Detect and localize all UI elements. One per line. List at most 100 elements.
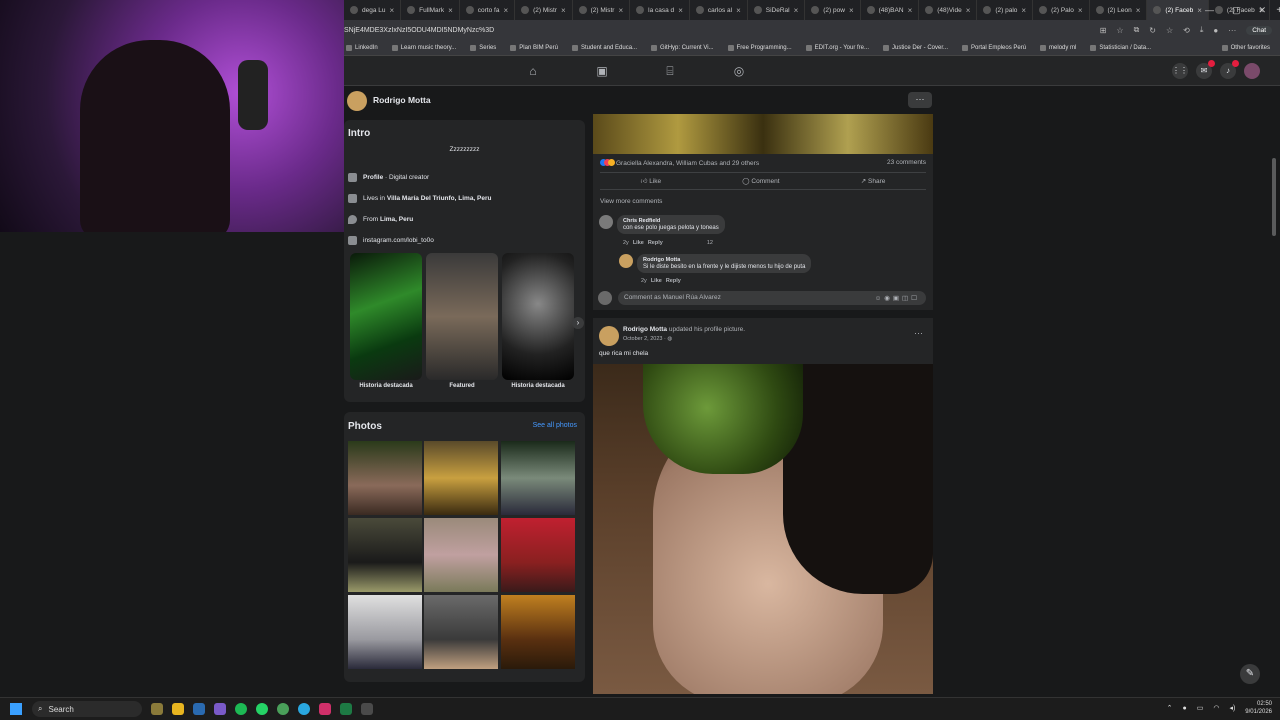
browser-tab[interactable]: FullMark × [401,0,460,20]
photo-thumb[interactable] [424,518,498,592]
avatar[interactable] [599,326,619,346]
bookmark-item[interactable]: Justice Der - Cover... [883,44,948,51]
avatar[interactable] [619,254,633,268]
post-date[interactable]: October 2, 2023 · ◍ [623,336,672,342]
highlight-thumb[interactable] [350,253,422,380]
close-tab-icon[interactable]: × [618,6,623,15]
close-tab-icon[interactable]: × [1197,6,1202,15]
close-tab-icon[interactable]: × [908,6,913,15]
star-icon[interactable]: ☆ [1116,26,1123,35]
photo-thumb[interactable] [501,441,575,515]
close-tab-icon[interactable]: × [1078,6,1083,15]
browser-tab[interactable]: SiDeRal × [748,0,806,20]
file-explorer-icon[interactable] [172,703,184,715]
photo-thumb[interactable] [348,441,422,515]
browser-tab[interactable]: carlos al × [690,0,748,20]
share-button[interactable]: ↗ Share [861,177,886,185]
browser-tab[interactable]: (2) Leon × [1090,0,1148,20]
start-icon[interactable] [10,703,22,715]
new-message-button[interactable]: ✎ [1240,664,1260,684]
messenger-icon[interactable]: ✉ [1196,60,1215,79]
notifications-icon[interactable]: ♪ [1220,60,1239,79]
chevron-up-icon[interactable]: ⌃ [1167,704,1173,712]
url-field[interactable]: SNjE4MDE3XzIxNzI5ODU4MDI5NDMyNzc%3D [344,27,1100,34]
tiktok-icon[interactable] [319,703,331,715]
menu-grid-icon[interactable]: ⋮⋮ [1172,63,1188,79]
browser-tab[interactable]: (48)Vide × [919,0,978,20]
more-options-button[interactable]: ··· [908,92,932,108]
post-image[interactable] [593,114,933,154]
volume-icon[interactable]: ◂) [1229,704,1235,712]
restore-button[interactable]: ▢ [1232,5,1241,16]
reactions-summary[interactable]: Graciella Alexandra, William Cubas and 2… [600,159,759,168]
whatsapp-icon[interactable] [256,703,268,715]
profile-icon[interactable]: ● [1213,26,1218,35]
comment-button[interactable]: ◯ Comment [742,177,779,185]
close-tab-icon[interactable]: × [561,6,566,15]
comment-reply-link[interactable]: Reply [648,240,663,246]
photo-thumb[interactable] [424,441,498,515]
browser-tab[interactable]: (2) Mistr × [515,0,573,20]
bookmark-item[interactable]: melody ml [1040,44,1076,51]
browser-tab[interactable]: dega Lu × [344,0,402,20]
avatar[interactable] [347,91,367,111]
profile-name[interactable]: Rodrigo Motta [373,95,431,105]
photo-thumb[interactable] [501,518,575,592]
mic-icon[interactable]: ● [1182,705,1186,712]
browser-tab[interactable]: (2) Faceb × [1147,0,1209,20]
edge-icon[interactable] [298,703,310,715]
bookmark-item[interactable]: EDIT.org - Your fre... [805,44,869,51]
gaming-icon[interactable]: ◎ [732,64,746,78]
close-tab-icon[interactable]: × [849,6,854,15]
chrome-icon[interactable] [277,703,289,715]
steam-icon[interactable] [193,703,205,715]
bookmark-item[interactable]: Series [470,44,496,51]
browser-tab[interactable]: (2) palo × [977,0,1034,20]
composer-tools-icon[interactable]: ☺◉▣◫☐ [875,294,920,302]
reply-reply-link[interactable]: Reply [666,278,681,284]
favorites-icon[interactable]: ☆ [1166,26,1173,35]
close-tab-icon[interactable]: × [448,6,453,15]
close-tab-icon[interactable]: × [1136,6,1141,15]
close-tab-icon[interactable]: × [390,6,395,15]
browser-tab[interactable]: corto fa × [460,0,516,20]
reply-like-link[interactable]: Like [651,278,662,284]
history-icon[interactable]: ⟲ [1183,26,1190,35]
bookmark-item[interactable]: Statistician / Data... [1090,44,1151,51]
see-all-photos-link[interactable]: See all photos [533,422,577,429]
instagram-link[interactable]: instagram.com/lobi_to0o [363,237,434,244]
browser-tab[interactable]: la casa d × [630,0,690,20]
comment-author[interactable]: Chris Redfield [623,218,719,224]
display-icon[interactable]: ▭ [1197,704,1204,712]
excel-icon[interactable] [340,703,352,715]
search-box[interactable]: ⌕ Search [32,701,142,717]
highlight-thumb[interactable] [502,253,574,380]
browser-tab[interactable]: (2) pow × [805,0,861,20]
photo-thumb[interactable] [348,595,422,669]
profile-picture-photo[interactable] [593,364,933,694]
video-icon[interactable]: ▣ [595,64,609,78]
wifi-icon[interactable]: ◠ [1213,704,1219,712]
close-tab-icon[interactable]: × [794,6,799,15]
other-favorites[interactable]: Other favorites [1221,44,1280,51]
close-tab-icon[interactable]: × [678,6,683,15]
highlight-thumb[interactable] [426,253,498,380]
close-window-button[interactable]: ✕ [1258,5,1266,16]
bookmark-item[interactable]: GitHyp: Current Vi... [651,44,714,51]
photo-thumb[interactable] [501,595,575,669]
chat-button[interactable]: Chat [1246,25,1272,35]
scrollbar[interactable] [1272,158,1276,236]
marketplace-icon[interactable]: ⌸ [663,64,677,78]
comment-reactions[interactable]: 12 [707,240,713,246]
post-more-button[interactable]: ··· [914,328,923,338]
browser-tab[interactable]: (2) Mistr × [573,0,631,20]
home-icon[interactable]: ⌂ [526,64,540,78]
browser-tab[interactable]: (2) Palo × [1033,0,1090,20]
comment-like-link[interactable]: Like [633,240,644,246]
view-more-comments-link[interactable]: View more comments [600,198,662,205]
comment-count[interactable]: 23 comments [887,159,926,166]
like-button[interactable]: 👍︎ Like [641,177,662,185]
next-highlight-button[interactable]: › [572,317,584,329]
close-tab-icon[interactable]: × [966,6,971,15]
comment-author[interactable]: Rodrigo Motta [643,257,805,263]
